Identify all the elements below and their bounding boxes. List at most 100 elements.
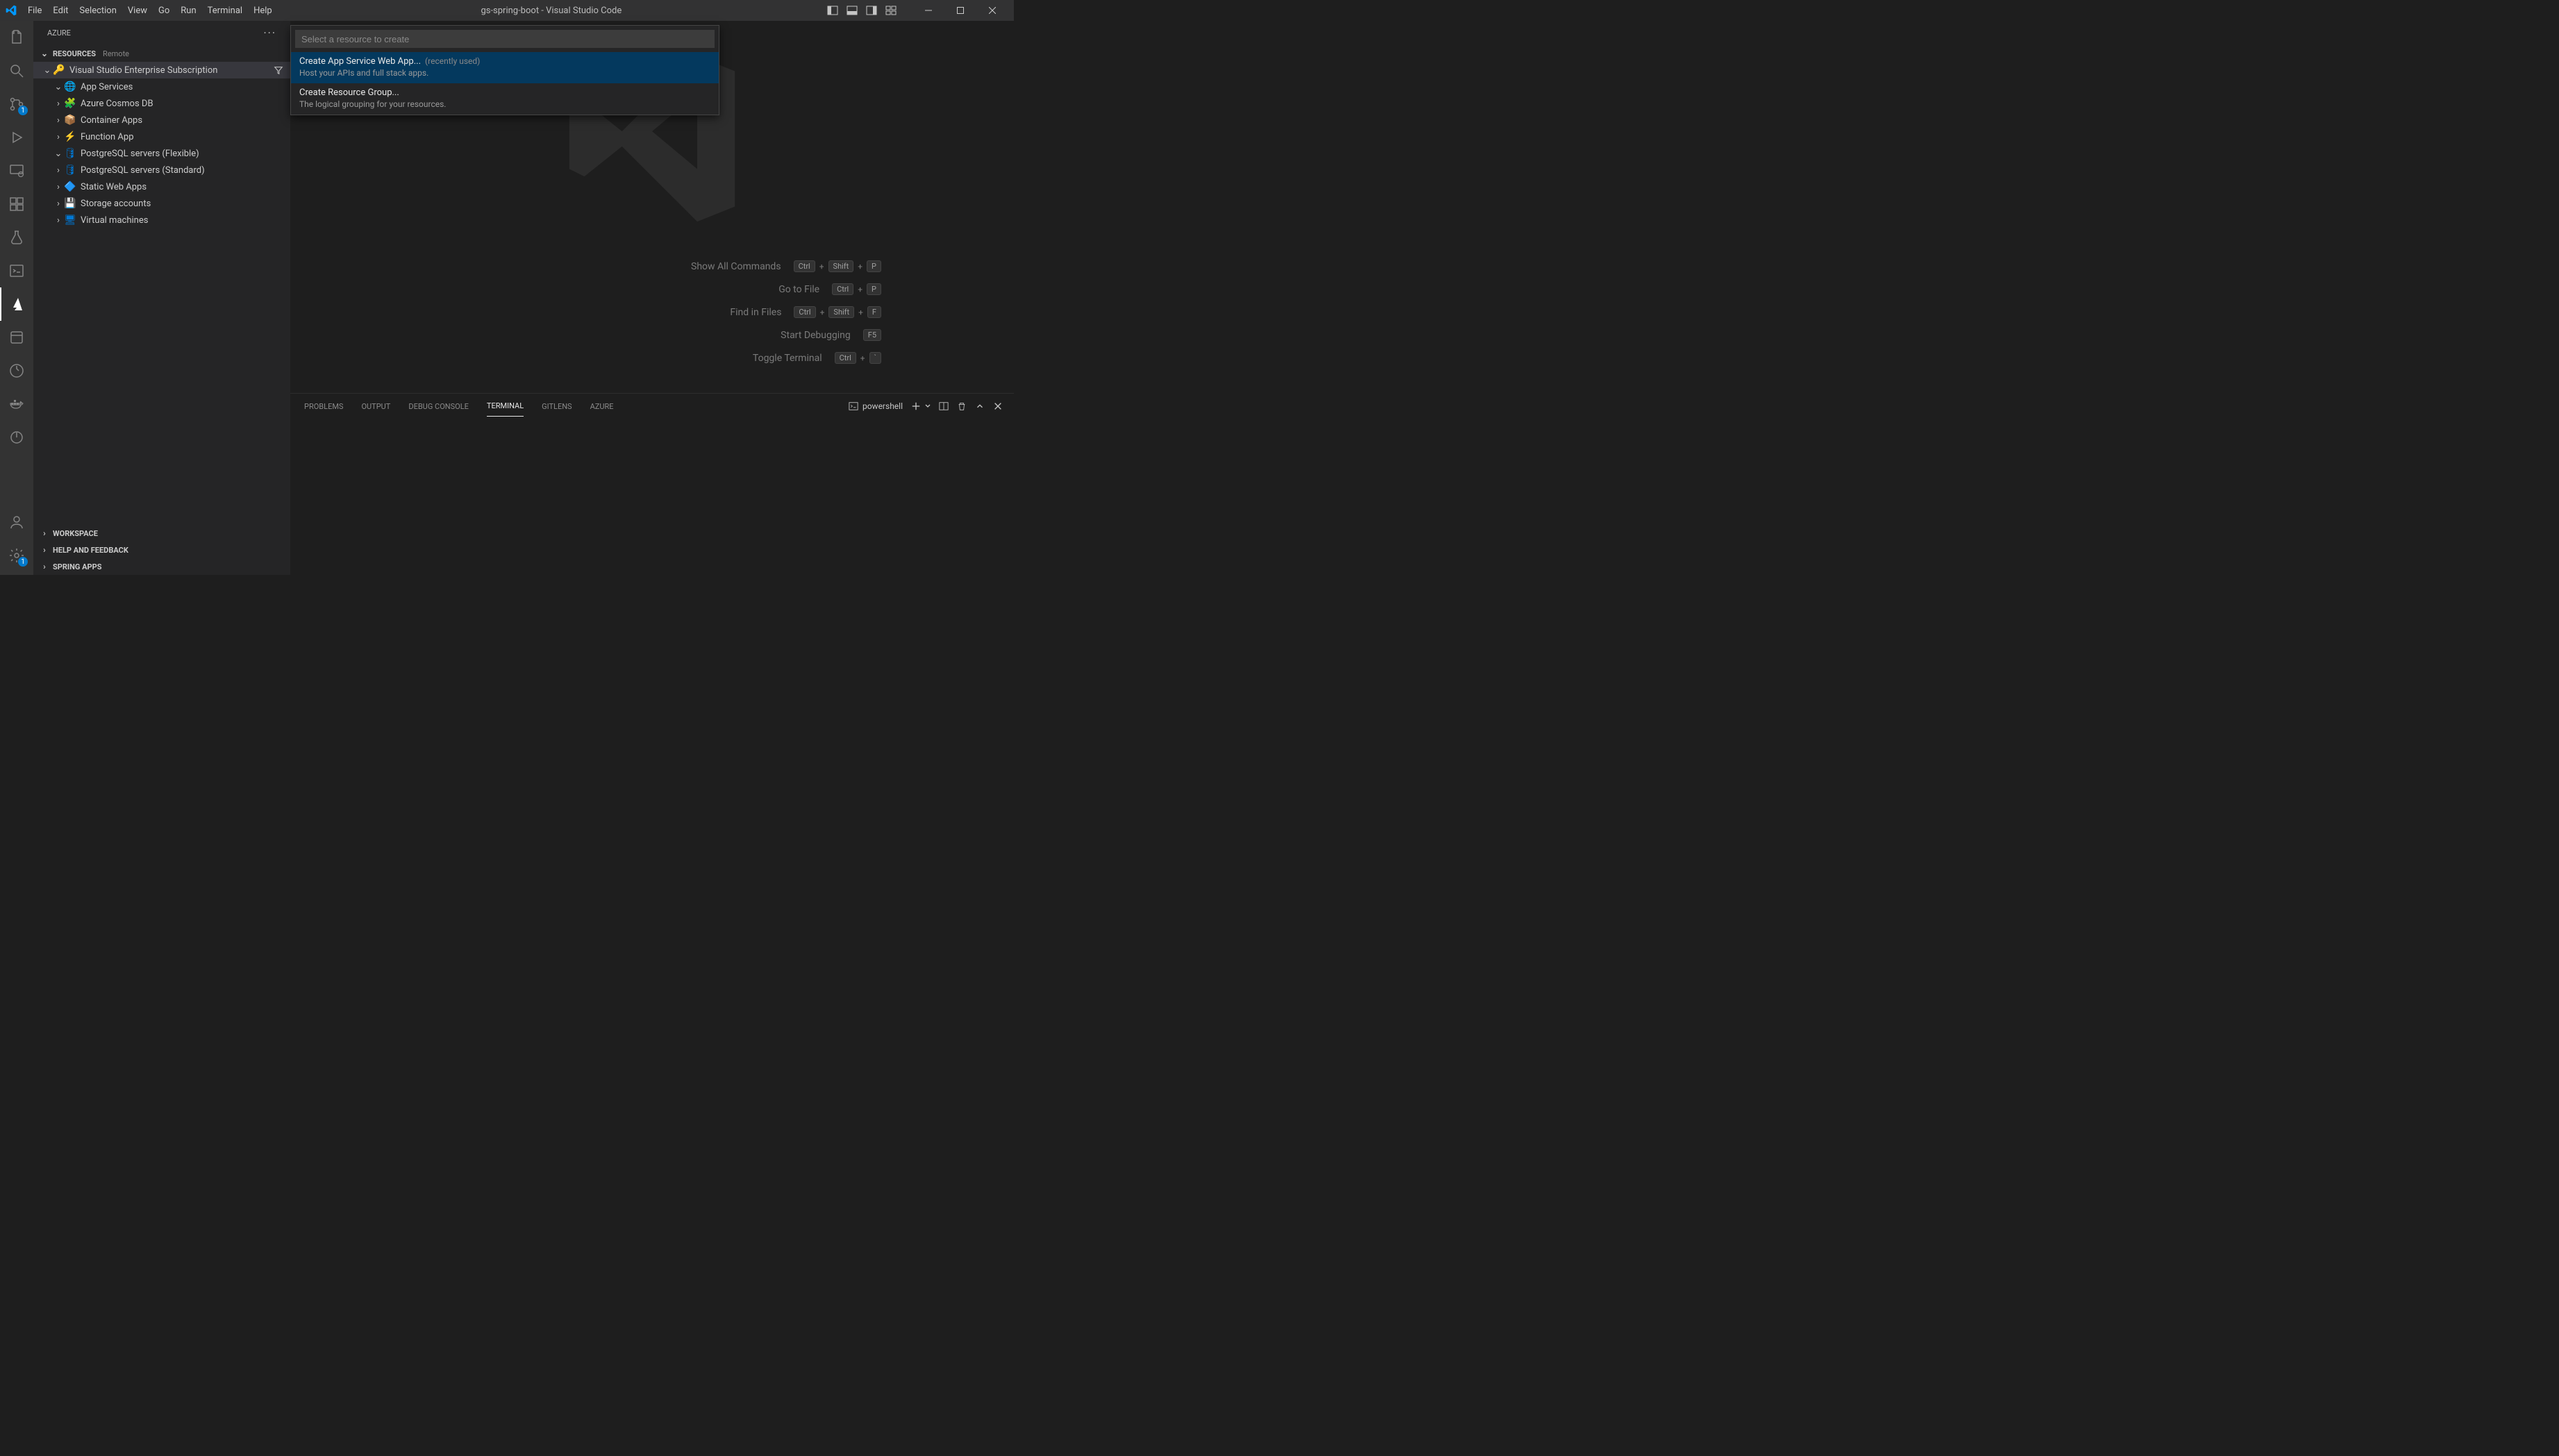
tree-node-function-app[interactable]: ›⚡Function App: [33, 128, 290, 145]
sidebar-title: AZURE: [47, 28, 71, 37]
new-terminal-icon[interactable]: [911, 401, 931, 411]
remote-explorer-icon[interactable]: [0, 154, 33, 187]
window-controls: [912, 0, 1008, 21]
qp-title-text: Create App Service Web App...: [299, 56, 421, 67]
sidebar-more-icon[interactable]: ···: [263, 26, 276, 40]
qp-desc: Host your APIs and full stack apps.: [299, 68, 710, 78]
help-feedback-section-header[interactable]: ›HELP AND FEEDBACK: [33, 542, 290, 558]
tree-label: PostgreSQL servers (Flexible): [81, 149, 199, 159]
toggle-primary-sidebar-icon[interactable]: [825, 3, 840, 18]
toggle-panel-icon[interactable]: [844, 3, 860, 18]
testing-icon[interactable]: [0, 221, 33, 254]
menu-file[interactable]: File: [22, 3, 47, 19]
chevron-right-icon: ›: [53, 115, 64, 126]
activity-bar: 1 1: [0, 21, 33, 575]
tree-node-postgres-standard[interactable]: ›🛢PostgreSQL servers (Standard): [33, 162, 290, 178]
window-title: gs-spring-boot - Visual Studio Code: [278, 6, 825, 16]
chevron-down-icon: ⌄: [42, 65, 53, 76]
tab-terminal[interactable]: TERMINAL: [487, 396, 524, 417]
menu-run[interactable]: Run: [175, 3, 201, 19]
tree-label: Static Web Apps: [81, 182, 147, 192]
close-panel-icon[interactable]: [993, 401, 1003, 411]
projects-icon[interactable]: [0, 321, 33, 354]
customize-layout-icon[interactable]: [883, 3, 899, 18]
menu-go[interactable]: Go: [153, 3, 175, 19]
toggle-secondary-sidebar-icon[interactable]: [864, 3, 879, 18]
shortcut-show-all-commands: Show All Commands Ctrl+Shift+P: [423, 260, 881, 272]
key: Ctrl: [832, 283, 853, 295]
run-debug-icon[interactable]: [0, 121, 33, 154]
key: `: [869, 352, 881, 364]
tree-label: Function App: [81, 132, 134, 142]
qp-desc: The logical grouping for your resources.: [299, 99, 710, 109]
quick-pick-item-create-app-service[interactable]: Create App Service Web App... (recently u…: [291, 52, 719, 83]
key: F: [867, 306, 881, 318]
accounts-icon[interactable]: [0, 505, 33, 539]
close-button[interactable]: [976, 0, 1008, 21]
tree-node-storage-accounts[interactable]: ›💾Storage accounts: [33, 195, 290, 212]
menu-bar: File Edit Selection View Go Run Terminal…: [22, 3, 278, 19]
tab-gitlens[interactable]: GITLENS: [542, 396, 572, 417]
filter-icon[interactable]: [274, 65, 283, 75]
azure-icon[interactable]: [0, 287, 33, 321]
layout-controls: [825, 3, 899, 18]
shortcuts-list: Show All Commands Ctrl+Shift+P Go to Fil…: [423, 260, 881, 364]
search-icon[interactable]: [0, 54, 33, 87]
menu-selection[interactable]: Selection: [74, 3, 122, 19]
menu-help[interactable]: Help: [248, 3, 278, 19]
bottom-panel: PROBLEMS OUTPUT DEBUG CONSOLE TERMINAL G…: [290, 393, 1014, 575]
workspace-section-header[interactable]: ›WORKSPACE: [33, 525, 290, 542]
maximize-panel-icon[interactable]: [975, 401, 985, 411]
chevron-right-icon: ›: [39, 562, 50, 571]
spring-apps-section-header[interactable]: ›SPRING APPS: [33, 558, 290, 575]
quick-pick-item-create-resource-group[interactable]: Create Resource Group... The logical gro…: [291, 83, 719, 115]
section-label: HELP AND FEEDBACK: [53, 546, 128, 555]
settings-gear-icon[interactable]: 1: [0, 539, 33, 572]
shortcut-label: Toggle Terminal: [753, 353, 822, 364]
chevron-right-icon: ›: [53, 132, 64, 142]
tree-node-app-services[interactable]: ⌄🌐App Services: [33, 78, 290, 95]
tree-node-static-web-apps[interactable]: ›🔷Static Web Apps: [33, 178, 290, 195]
resource-tree: ⌄ 🔑 Visual Studio Enterprise Subscriptio…: [33, 62, 290, 525]
chevron-right-icon: ›: [39, 545, 50, 555]
key: Shift: [828, 306, 854, 318]
explorer-icon[interactable]: [0, 21, 33, 54]
terminal-content[interactable]: [290, 419, 1014, 575]
tree-node-container-apps[interactable]: ›📦Container Apps: [33, 112, 290, 128]
resources-section-header[interactable]: ⌄ RESOURCES Remote: [33, 45, 290, 62]
chevron-right-icon: ›: [53, 99, 64, 109]
tree-node-cosmos-db[interactable]: ›🧩Azure Cosmos DB: [33, 95, 290, 112]
menu-edit[interactable]: Edit: [47, 3, 74, 19]
terminal-pane-icon[interactable]: [0, 254, 33, 287]
tab-debug-console[interactable]: DEBUG CONSOLE: [408, 396, 469, 417]
storage-icon: 💾: [64, 197, 76, 210]
scm-badge: 1: [18, 106, 28, 115]
tree-label: PostgreSQL servers (Standard): [81, 165, 205, 176]
extensions-icon[interactable]: [0, 187, 33, 221]
docker-icon[interactable]: [0, 387, 33, 421]
tab-problems[interactable]: PROBLEMS: [304, 396, 343, 417]
terminal-profile[interactable]: powershell: [849, 401, 903, 411]
tab-azure[interactable]: AZURE: [590, 396, 614, 417]
qp-suffix: (recently used): [425, 56, 480, 66]
minimize-button[interactable]: [912, 0, 944, 21]
tab-output[interactable]: OUTPUT: [361, 396, 390, 417]
split-terminal-icon[interactable]: [939, 401, 949, 411]
subscription-row[interactable]: ⌄ 🔑 Visual Studio Enterprise Subscriptio…: [33, 62, 290, 78]
vscode-logo-icon: [6, 5, 17, 16]
git-graph-icon[interactable]: [0, 354, 33, 387]
quick-pick-input[interactable]: [295, 30, 715, 48]
chevron-right-icon: ›: [53, 165, 64, 176]
power-icon[interactable]: [0, 421, 33, 454]
kill-terminal-icon[interactable]: [957, 401, 967, 411]
qp-title-text: Create Resource Group...: [299, 87, 399, 98]
tree-node-postgres-flexible[interactable]: ⌄🛢PostgreSQL servers (Flexible): [33, 145, 290, 162]
settings-badge: 1: [18, 557, 28, 567]
resources-label: RESOURCES: [53, 49, 96, 58]
source-control-icon[interactable]: 1: [0, 87, 33, 121]
tree-node-virtual-machines[interactable]: ›🖥Virtual machines: [33, 212, 290, 228]
maximize-button[interactable]: [944, 0, 976, 21]
menu-terminal[interactable]: Terminal: [202, 3, 248, 19]
shortcut-go-to-file: Go to File Ctrl+P: [423, 283, 881, 295]
menu-view[interactable]: View: [122, 3, 153, 19]
